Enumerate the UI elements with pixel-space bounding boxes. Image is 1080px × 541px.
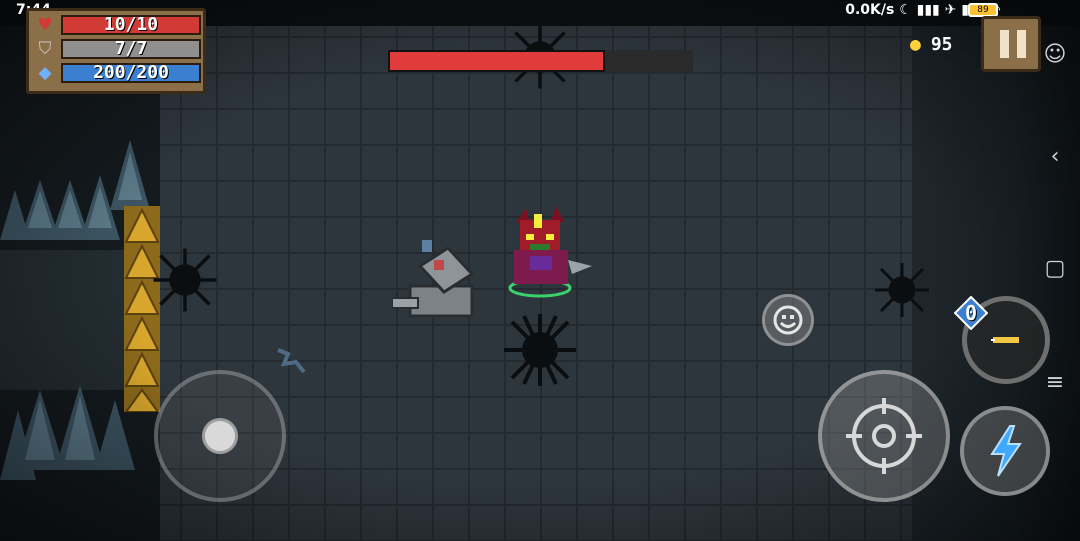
home-button[interactable]: ▢ xyxy=(1030,256,1080,281)
battery-icon: 89 xyxy=(968,3,998,17)
boss-health-fill xyxy=(388,50,605,72)
gun-turret xyxy=(392,240,475,318)
skill-button[interactable] xyxy=(960,406,1050,496)
thorn-bush xyxy=(875,263,929,317)
crosshair-icon xyxy=(846,398,922,474)
thorn-bush xyxy=(504,314,576,386)
pause-icon xyxy=(1000,30,1009,58)
floor-crack-decoration xyxy=(277,348,306,374)
boss-demon-character xyxy=(508,206,592,298)
coin-count: 95 xyxy=(930,34,953,55)
joystick-knob[interactable] xyxy=(202,418,238,454)
armor-bar: 7/7 xyxy=(61,39,201,59)
boss-health-bar xyxy=(388,50,693,72)
shield-icon: ⛉ xyxy=(38,39,52,59)
smiley-icon xyxy=(773,305,803,335)
pause-icon xyxy=(1017,30,1026,58)
accessibility-icon[interactable]: ☺ xyxy=(1030,42,1080,67)
weapon-cost-value: 0 xyxy=(964,301,978,325)
thorn-bush xyxy=(153,248,217,312)
attack-button[interactable] xyxy=(818,370,950,502)
health-bar: 10/10 xyxy=(61,15,201,35)
emote-button[interactable] xyxy=(762,294,814,346)
lightning-icon xyxy=(990,425,1022,477)
movement-joystick[interactable] xyxy=(154,370,286,502)
energy-icon: ◆ xyxy=(38,63,52,83)
heart-icon: ♥ xyxy=(37,15,53,35)
weapon-energy-cost: 0 xyxy=(953,295,989,331)
player-stats-panel: ♥ 10/10 ⛉ 7/7 ◆ 200/200 xyxy=(26,8,206,94)
back-button[interactable]: ‹ xyxy=(1030,144,1080,169)
coin-icon: ● xyxy=(910,34,921,55)
coin-counter: ● 95 xyxy=(910,34,953,55)
energy-bar: 200/200 xyxy=(61,63,201,83)
